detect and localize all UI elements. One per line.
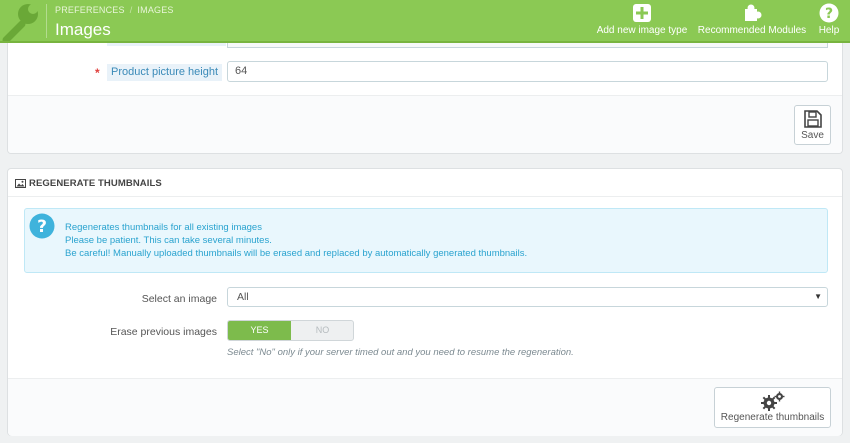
cogs-icon	[760, 391, 784, 411]
regenerate-footer: Regenerate thumbnails	[8, 378, 842, 436]
page-title: Images	[55, 20, 111, 39]
required-marker: *	[95, 66, 100, 80]
add-new-image-type-button[interactable]: Add new image type	[594, 3, 690, 41]
select-image-label: Select an image	[141, 293, 217, 305]
info-line: Please be patient. This can take several…	[65, 235, 272, 246]
help-button[interactable]: ? Help	[812, 3, 846, 41]
floppy-disk-icon	[803, 110, 822, 128]
picture-icon	[15, 179, 26, 188]
panel-title: REGENERATE THUMBNAILS	[29, 178, 162, 189]
recommended-modules-label: Recommended Modules	[697, 25, 807, 36]
save-button[interactable]: Save	[794, 105, 831, 145]
question-circle-icon: ?	[29, 213, 55, 239]
switch-yes-option[interactable]: YES	[228, 321, 291, 340]
add-new-image-type-label: Add new image type	[596, 25, 688, 36]
switch-no-option[interactable]: NO	[291, 321, 353, 340]
erase-help-text: Select "No" only if your server timed ou…	[227, 347, 574, 358]
select-image-dropdown[interactable]: All ▼	[227, 287, 828, 307]
question-circle-icon: ?	[819, 3, 839, 23]
info-line: Regenerates thumbnails for all existing …	[65, 222, 262, 233]
regenerate-thumbnails-panel: REGENERATE THUMBNAILS ? Regenerates thum…	[7, 168, 843, 436]
page-header: PREFERENCES / IMAGES Images Add new image …	[0, 0, 850, 43]
product-picture-height-input[interactable]: 64	[227, 61, 828, 82]
plus-square-icon	[633, 4, 651, 22]
help-label: Help	[818, 25, 840, 36]
panel-heading: REGENERATE THUMBNAILS	[8, 169, 842, 197]
svg-text:?: ?	[825, 6, 833, 22]
erase-previous-images-switch[interactable]: YES NO	[227, 320, 354, 341]
image-settings-footer: Save	[8, 95, 842, 153]
puzzle-icon	[745, 4, 762, 21]
erase-previous-images-label: Erase previous images	[110, 326, 217, 338]
save-label: Save	[801, 130, 824, 141]
caret-down-icon: ▼	[814, 292, 822, 301]
header-divider	[46, 4, 47, 38]
breadcrumb-item-preferences[interactable]: PREFERENCES	[55, 5, 125, 15]
recommended-modules-button[interactable]: Recommended Modules	[696, 3, 808, 41]
regenerate-thumbnails-label: Regenerate thumbnails	[720, 412, 825, 423]
info-line: Be careful! Manually uploaded thumbnails…	[65, 248, 528, 259]
wrench-icon	[2, 4, 38, 41]
product-picture-height-label: Product picture height	[107, 64, 223, 81]
breadcrumb-separator: /	[129, 5, 133, 15]
regenerate-thumbnails-button[interactable]: Regenerate thumbnails	[714, 387, 831, 428]
info-alert: ? Regenerates thumbnails for all existin…	[24, 208, 828, 273]
breadcrumb-item-images[interactable]: IMAGES	[137, 5, 173, 15]
breadcrumb: PREFERENCES / IMAGES	[55, 5, 174, 15]
select-image-value: All	[237, 291, 249, 303]
svg-text:?: ?	[37, 217, 47, 237]
